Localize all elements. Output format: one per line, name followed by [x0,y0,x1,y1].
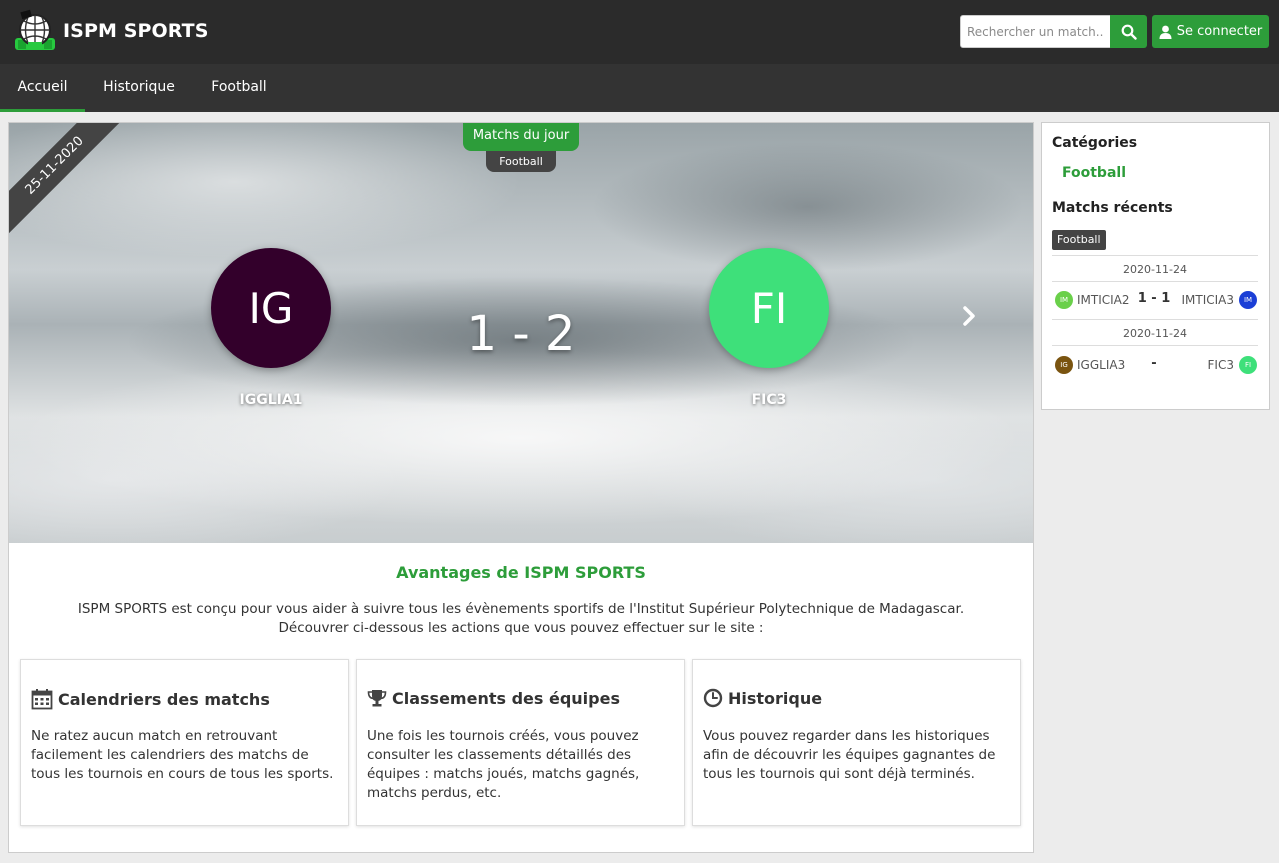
feature-text: Une fois les tournois créés, vous pouvez… [367,728,640,801]
divider [1052,281,1258,282]
next-slide-button[interactable] [957,301,981,331]
category-link-football[interactable]: Football [1062,165,1126,181]
home-team-avatar[interactable]: IG [211,248,331,368]
match-of-day-slider: 25-11-2020 Matchs du jour Football IG IG… [9,123,1033,543]
feature-title: Classements des équipes [392,688,620,708]
divider [1052,319,1258,320]
feature-title: Historique [728,688,823,708]
clock-icon [703,688,723,708]
tab-football[interactable]: Football [200,64,278,112]
categories-heading: Catégories [1052,135,1138,151]
main-nav: Accueil Historique Football [0,64,1279,112]
match-date: 2020-11-24 [1123,327,1187,340]
sport-tag: Football [1052,230,1106,250]
ispm-logo[interactable] [12,8,58,54]
brand-name[interactable]: ISPM SPORTS [63,20,208,42]
top-navbar: ISPM SPORTS Se connecter [0,0,1279,64]
feature-text: Vous pouvez regarder dans les historique… [703,728,996,782]
match-date: 2020-11-24 [1123,263,1187,276]
feature-card-calendrier: Calendriers des matchs Ne ratez aucun ma… [20,659,349,826]
advantages-title: Avantages de ISPM SPORTS [396,563,646,582]
feature-card-classements: Classements des équipes Une fois les tou… [356,659,685,826]
home-team-avatar: IM [1055,291,1073,309]
home-team-avatar: IG [1055,356,1073,374]
divider [1052,345,1258,346]
matchs-du-jour-badge: Matchs du jour [463,123,579,151]
home-team-name: IGGLIA3 [1077,358,1126,372]
away-team-avatar: FI [1239,356,1257,374]
feature-card-historique: Historique Vous pouvez regarder dans les… [692,659,1021,826]
away-team-avatar[interactable]: FI [709,248,829,368]
match-score: - [1151,356,1157,371]
away-team-avatar: IM [1239,291,1257,309]
chevron-right-icon [963,306,975,326]
divider [1052,255,1258,256]
search-button[interactable] [1110,15,1147,48]
login-label: Se connecter [1176,24,1263,39]
tab-accueil[interactable]: Accueil [0,64,85,112]
match-score: 1 - 1 [1137,291,1171,306]
recent-match-row[interactable]: IG IGGLIA3 - FIC3 FI [1052,354,1258,376]
search-icon [1121,24,1137,40]
trophy-icon [367,690,387,707]
sport-badge: Football [486,151,556,172]
login-button[interactable]: Se connecter [1152,15,1269,48]
recent-match-row[interactable]: IM IMTICIA2 1 - 1 IMTICIA3 IM [1052,289,1258,311]
recent-matches-heading: Matchs récents [1052,200,1173,216]
search-input[interactable] [960,15,1111,48]
home-team-name[interactable]: IGGLIA1 [191,392,351,408]
tab-historique[interactable]: Historique [94,64,184,112]
away-team-name[interactable]: FIC3 [689,392,849,408]
main-content: 25-11-2020 Matchs du jour Football IG IG… [8,122,1034,853]
feature-text: Ne ratez aucun match en retrouvant facil… [31,728,334,782]
home-team-name: IMTICIA2 [1077,293,1130,307]
feature-title: Calendriers des matchs [58,689,270,709]
sidebar: Catégories Football Matchs récents Footb… [1041,122,1270,410]
user-icon [1159,25,1172,39]
match-date-ribbon: 25-11-2020 [9,123,123,234]
match-score: 1 - 2 [466,306,576,362]
away-team-name: FIC3 [1207,358,1234,372]
advantages-description: ISPM SPORTS est conçu pour vous aider à … [77,601,965,636]
away-team-name: IMTICIA3 [1181,293,1234,307]
calendar-icon [31,689,53,710]
